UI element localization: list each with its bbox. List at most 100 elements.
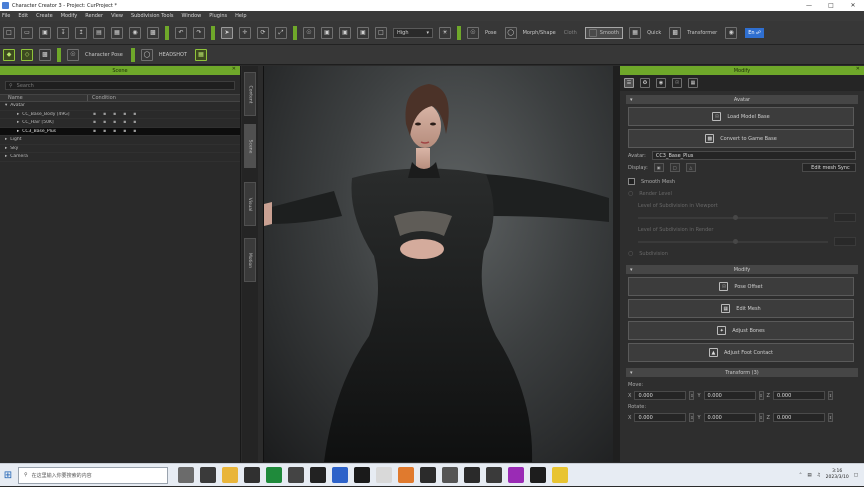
scene-search-input[interactable]: ⚲ Search <box>5 81 235 90</box>
taskbar-app-12-icon[interactable] <box>486 467 502 483</box>
morph-icon[interactable]: ◯ <box>504 26 517 39</box>
pose-offset-button[interactable]: ☉ Pose Offset <box>628 277 854 296</box>
panel-close-icon[interactable]: ✕ <box>232 66 236 72</box>
modify-section-header[interactable]: ▾ Modify <box>626 265 858 274</box>
export-icon[interactable]: ↥ <box>75 26 87 39</box>
toolbar-more-icon[interactable]: ◉ <box>725 26 738 39</box>
taskbar-search-input[interactable]: ⚲ 在这里输入你要搜索的内容 <box>18 466 168 484</box>
subdiv-viewport-value[interactable] <box>834 213 856 222</box>
characterize-icon[interactable]: ◆ <box>3 48 15 61</box>
taskbar-app-14-icon[interactable] <box>530 467 546 483</box>
3d-viewport[interactable] <box>263 66 613 462</box>
frame-icon[interactable]: □ <box>375 26 387 39</box>
tab-scene[interactable]: Scene <box>244 124 256 168</box>
display-mode-icon[interactable]: ▣ <box>653 163 664 172</box>
taskbar-app-5-icon[interactable] <box>310 467 326 483</box>
scene-tree-row[interactable]: ▸ Sky <box>0 145 240 153</box>
taskbar-app-11-icon[interactable] <box>464 467 480 483</box>
subdiv-render-slider[interactable] <box>638 238 828 244</box>
taskbar-app-10-icon[interactable] <box>442 467 458 483</box>
lock-icon[interactable]: ▪ <box>103 129 106 134</box>
taskbar-app-9-icon[interactable] <box>420 467 436 483</box>
tab-content[interactable]: Content <box>244 72 256 116</box>
character-pose-label[interactable]: Character Pose <box>85 52 123 58</box>
pose-icon[interactable]: ☉ <box>467 26 479 39</box>
tab-material-icon[interactable]: ◉ <box>656 78 666 88</box>
view-side-icon[interactable]: ▣ <box>339 26 351 39</box>
morph-label[interactable]: Morph/Shape <box>523 30 556 36</box>
eye-icon[interactable]: ▪ <box>93 112 96 117</box>
scene-tree-row[interactable]: ▸ CC_Hair [50K] ▪ ▪ ▪ ▪ ▪ <box>0 119 240 128</box>
light-icon[interactable]: ☀ <box>439 26 451 39</box>
viewport-scrollbar[interactable] <box>613 66 620 462</box>
transformer-icon[interactable]: ▩ <box>669 26 682 39</box>
rot-y-field[interactable]: 0.000 <box>703 413 756 422</box>
chevron-right-icon[interactable]: ▸ <box>5 137 7 142</box>
render-icon[interactable]: ▪ <box>113 112 116 117</box>
taskbar-app-6-icon[interactable] <box>332 467 348 483</box>
tab-motion-icon[interactable]: ☉ <box>672 78 682 88</box>
taskbar-app-13-icon[interactable] <box>508 467 524 483</box>
chevron-right-icon[interactable]: ▸ <box>17 129 19 134</box>
tray-up-arrow-icon[interactable]: ⌃ <box>799 473 803 478</box>
notifications-icon[interactable]: □ <box>854 473 858 478</box>
render-quality-dropdown[interactable]: High ▾ <box>393 27 433 38</box>
move-tool-icon[interactable]: ✛ <box>239 26 251 39</box>
edit-mesh-sync-button[interactable]: Edit mesh Sync <box>802 163 856 172</box>
smooth-mesh-checkbox[interactable] <box>628 178 635 185</box>
cull-icon[interactable]: ▪ <box>133 120 136 125</box>
rot-z-spinner[interactable]: ⇕ <box>827 413 833 422</box>
open-project-icon[interactable]: ▭ <box>21 26 33 39</box>
menu-modify[interactable]: Modify <box>61 13 78 19</box>
chevron-down-icon[interactable]: ▾ <box>5 103 7 108</box>
menu-help[interactable]: Help <box>235 13 246 19</box>
menu-subdivision[interactable]: Subdivision Tools <box>131 13 174 19</box>
taskbar-app-8-icon[interactable] <box>376 467 392 483</box>
screenshot-icon[interactable]: ◉ <box>129 26 141 39</box>
undo-icon[interactable]: ↶ <box>175 26 187 39</box>
scale-tool-icon[interactable]: ⤢ <box>275 26 287 39</box>
pose-label[interactable]: Pose <box>485 30 497 36</box>
volume-icon[interactable]: ♫ <box>817 473 821 478</box>
network-icon[interactable]: ▤ <box>807 473 811 478</box>
eye-icon[interactable]: ▪ <box>93 129 96 134</box>
headshot-icon[interactable]: ◯ <box>140 48 153 61</box>
tab-morph-icon[interactable]: ✪ <box>640 78 650 88</box>
maximize-icon[interactable]: □ <box>820 0 842 11</box>
headshot-tool-icon[interactable]: ▩ <box>39 48 51 61</box>
menu-edit[interactable]: Edit <box>18 13 28 19</box>
adjust-bones-button[interactable]: ✦ Adjust Bones <box>628 321 854 340</box>
rotate-tool-icon[interactable]: ⟳ <box>257 26 269 39</box>
panel-close-icon[interactable]: ✕ <box>856 66 860 72</box>
avatar-section-header[interactable]: ▾ Avatar <box>626 95 858 104</box>
shadow-icon[interactable]: ▪ <box>123 112 126 117</box>
cull-icon[interactable]: ▪ <box>133 112 136 117</box>
scene-tree-row[interactable]: ▾ Avatar <box>0 102 240 111</box>
taskbar-app-4-icon[interactable] <box>288 467 304 483</box>
chevron-right-icon[interactable]: ▸ <box>5 154 7 159</box>
character-creator-taskbar-icon[interactable] <box>398 467 414 483</box>
scene-tree-row[interactable]: ▸ CC_Base_Body [49G] ▪ ▪ ▪ ▪ ▪ <box>0 111 240 119</box>
character-pose-icon[interactable]: ☉ <box>67 48 79 61</box>
edit-mesh-button[interactable]: ▦ Edit Mesh <box>628 299 854 318</box>
move-x-spinner[interactable]: ⇕ <box>689 391 695 400</box>
scene-tree-row[interactable]: ▸ CC3_Base_Plus ▪ ▪ ▪ ▪ ▪ <box>0 127 240 136</box>
eye-icon[interactable]: ▪ <box>93 120 96 125</box>
import-icon[interactable]: ↧ <box>57 26 69 39</box>
quick-label[interactable]: Quick <box>647 30 661 36</box>
chevron-right-icon[interactable]: ▸ <box>17 120 19 125</box>
layout-icon[interactable]: ▩ <box>147 26 159 39</box>
plugin-icon[interactable]: ▦ <box>194 48 207 61</box>
display-wire-icon[interactable]: □ <box>669 163 680 172</box>
rot-y-spinner[interactable]: ⇕ <box>758 413 764 422</box>
lock-icon[interactable]: ▪ <box>103 120 106 125</box>
radio-icon[interactable]: ○ <box>628 250 633 257</box>
windows-start-icon[interactable]: ⊞ <box>0 464 16 487</box>
taskbar-app-2-icon[interactable] <box>244 467 260 483</box>
radio-icon[interactable]: ○ <box>628 190 633 197</box>
rot-z-field[interactable]: 0.000 <box>772 413 825 422</box>
column-name[interactable]: Name <box>0 95 88 101</box>
chrome-icon[interactable] <box>552 467 568 483</box>
menu-view[interactable]: View <box>111 13 123 19</box>
shadow-icon[interactable]: ▪ <box>123 129 126 134</box>
